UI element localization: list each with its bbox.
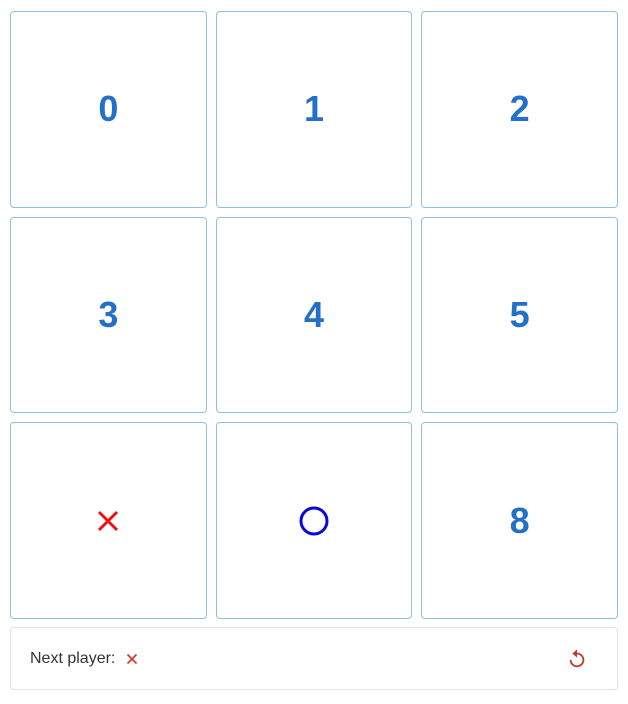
o-mark-icon: [298, 505, 330, 537]
board-cell-6[interactable]: [10, 422, 207, 619]
cell-number: 1: [303, 88, 324, 130]
cell-number: 4: [303, 293, 324, 335]
restart-button[interactable]: [565, 647, 589, 671]
status-bar: Next player:: [10, 627, 618, 690]
cell-number: 3: [98, 293, 119, 335]
board-cell-5[interactable]: 5: [421, 216, 618, 414]
board-cell-3[interactable]: 3: [10, 216, 207, 414]
cell-number: 8: [509, 499, 530, 541]
board-cell-7[interactable]: [215, 422, 413, 619]
board-cell-0[interactable]: 0: [10, 11, 207, 208]
board-cell-2[interactable]: 2: [421, 11, 618, 208]
next-player-label: Next player:: [30, 649, 116, 667]
board-cell-4[interactable]: 4: [215, 216, 413, 414]
cell-number: 5: [509, 293, 530, 335]
game-board: 0 1 2 3 4 5 8: [10, 11, 618, 619]
x-mark-icon: [97, 510, 119, 532]
board-cell-8[interactable]: 8: [421, 422, 618, 619]
x-mark-icon: [126, 653, 138, 665]
restart-icon: [566, 648, 588, 670]
cell-number: 2: [509, 88, 530, 130]
cell-number: 0: [98, 88, 119, 130]
board-cell-1[interactable]: 1: [215, 11, 413, 208]
